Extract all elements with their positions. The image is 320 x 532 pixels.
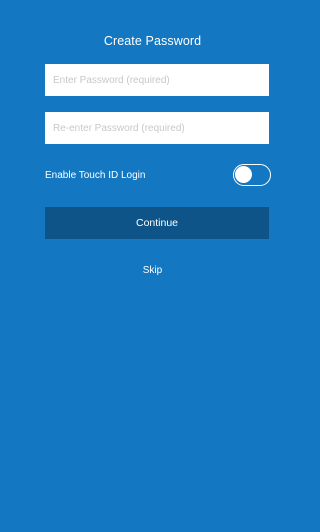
touch-id-label: Enable Touch ID Login bbox=[45, 170, 146, 181]
create-password-screen: Create Password Enable Touch ID Login Co… bbox=[0, 0, 305, 532]
continue-button[interactable]: Continue bbox=[45, 207, 269, 239]
confirm-password-input[interactable] bbox=[45, 112, 269, 144]
touch-id-row: Enable Touch ID Login bbox=[45, 164, 271, 188]
password-input[interactable] bbox=[45, 64, 269, 96]
toggle-knob-icon bbox=[235, 166, 252, 183]
touch-id-toggle[interactable] bbox=[233, 164, 271, 186]
skip-link[interactable]: Skip bbox=[0, 265, 305, 276]
page-title: Create Password bbox=[103, 34, 202, 48]
